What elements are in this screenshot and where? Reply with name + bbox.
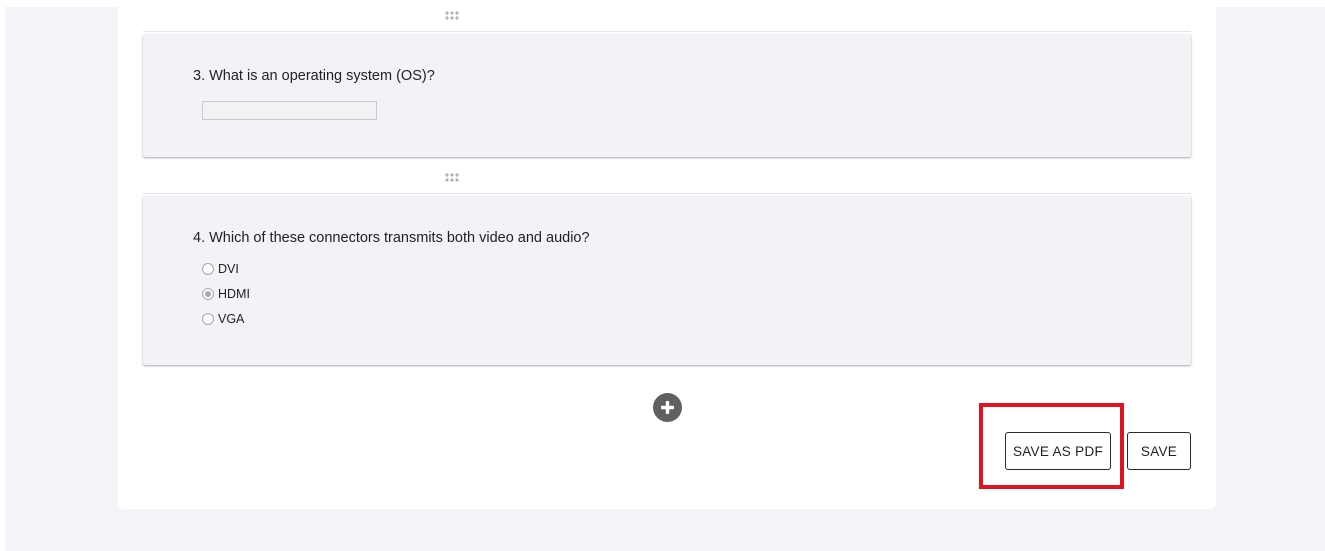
drag-handle-icon[interactable] — [445, 173, 461, 183]
highlight-box — [979, 403, 1124, 489]
question-title: 4. Which of these connectors transmits b… — [193, 230, 590, 246]
option-label: HDMI — [218, 287, 250, 301]
question-card-3: 3. What is an operating system (OS)? — [143, 34, 1191, 157]
drag-handle-icon[interactable] — [445, 11, 461, 21]
answer-text-input[interactable] — [202, 101, 377, 120]
question-title: 3. What is an operating system (OS)? — [193, 68, 435, 84]
option-dvi[interactable]: DVI — [202, 261, 239, 277]
option-label: DVI — [218, 262, 239, 276]
radio-button[interactable] — [202, 263, 214, 275]
option-vga[interactable]: VGA — [202, 311, 244, 327]
question-divider — [143, 193, 1191, 194]
radio-button-selected[interactable] — [202, 288, 214, 300]
add-question-button[interactable] — [653, 393, 682, 422]
radio-button[interactable] — [202, 313, 214, 325]
option-label: VGA — [218, 312, 245, 326]
question-card-4: 4. Which of these connectors transmits b… — [143, 196, 1191, 365]
question-divider — [143, 31, 1191, 32]
plus-icon — [661, 401, 674, 414]
save-button[interactable]: SAVE — [1127, 432, 1191, 470]
option-hdmi[interactable]: HDMI — [202, 286, 250, 302]
